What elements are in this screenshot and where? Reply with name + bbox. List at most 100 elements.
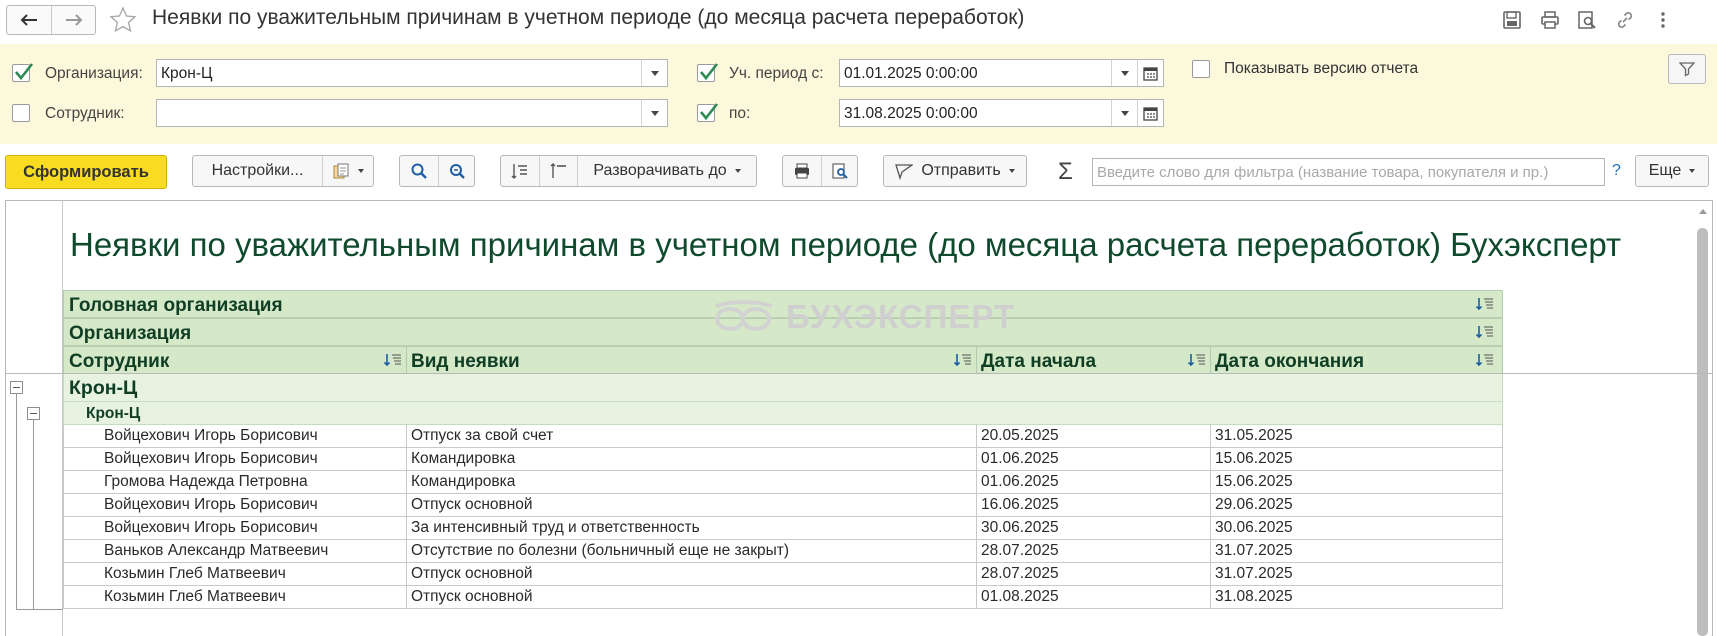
expand-to-dropdown[interactable]: Разворачивать до [577, 156, 756, 186]
funnel-icon [1679, 62, 1695, 77]
header-row-columns: Сотрудник Вид неявки Дата начала Дата ок… [63, 346, 1503, 374]
column-header-employee[interactable]: Сотрудник [69, 351, 169, 373]
send-icon [895, 164, 914, 180]
filter-settings-button[interactable] [1668, 54, 1706, 84]
sort-icon[interactable] [954, 353, 972, 367]
generate-button[interactable]: Сформировать [5, 155, 167, 189]
more-actions-label: Еще [1648, 162, 1682, 179]
period-from-field[interactable]: 01.01.2025 0:00:00 [839, 59, 1164, 87]
sort-icon[interactable] [1476, 353, 1494, 367]
filter-search-input[interactable] [1093, 159, 1604, 185]
watermark-logo-icon [715, 300, 773, 331]
collapse-list-icon [550, 163, 566, 178]
show-version-checkbox[interactable] [1192, 60, 1210, 78]
check-icon [15, 63, 34, 81]
print-preview-icon [832, 163, 848, 179]
period-from-value: 01.01.2025 0:00:00 [844, 65, 978, 82]
collapse-toggle-organization[interactable] [27, 407, 40, 420]
table-row[interactable]: Ваньков Александр Матвеевич Отсутствие п… [63, 540, 1503, 563]
save-button[interactable] [1500, 8, 1524, 32]
show-version-label: Показывать версию отчета [1224, 60, 1419, 77]
send-button[interactable]: Отправить [883, 155, 1027, 187]
organization-checkbox[interactable] [12, 63, 34, 82]
printer-icon [1541, 11, 1559, 29]
employee-field[interactable] [156, 99, 668, 127]
scroll-up-arrow[interactable] [1699, 209, 1707, 214]
vertical-scrollbar-thumb[interactable] [1697, 228, 1708, 636]
column-header-absence-type[interactable]: Вид неявки [411, 351, 520, 373]
period-to-label: по: [729, 105, 751, 122]
window-title: Неявки по уважительным причинам в учетно… [152, 6, 1025, 29]
settings-label: Настройки... [211, 162, 304, 179]
header-head-organization: Головная организация [69, 295, 283, 316]
header-organization: Организация [69, 323, 192, 344]
table-row[interactable]: Войцехович Игорь Борисович Командировка … [63, 448, 1503, 471]
period-from-checkbox[interactable] [697, 63, 719, 82]
check-icon [700, 63, 719, 81]
period-to-value: 31.08.2025 0:00:00 [844, 105, 978, 122]
search-icon [411, 163, 427, 179]
sum-button[interactable]: Σ [1058, 158, 1073, 186]
save-icon [1503, 11, 1521, 29]
forward-button[interactable] [51, 6, 95, 34]
watermark-text: БУХЭКСПЕРТ [786, 298, 1016, 335]
organization-value: Крон-Ц [161, 65, 213, 82]
help-button[interactable]: ? [1612, 162, 1621, 180]
find-button[interactable] [400, 156, 438, 186]
arrow-right-icon [65, 14, 82, 26]
toolbar-preview-button[interactable] [821, 156, 857, 186]
grouping-button-group: Разворачивать до [500, 155, 757, 187]
sort-icon[interactable] [384, 353, 402, 367]
vertical-dots-icon [1661, 12, 1665, 28]
column-header-start-date[interactable]: Дата начала [981, 351, 1096, 373]
settings-button-group: Настройки... [192, 155, 374, 187]
favorite-star-icon[interactable] [108, 5, 138, 35]
period-from-label: Уч. период с: [729, 65, 824, 82]
variants-dropdown-button[interactable] [322, 156, 373, 186]
employee-checkbox[interactable] [12, 104, 30, 122]
expand-list-icon [511, 164, 527, 179]
find-next-button[interactable] [438, 156, 474, 186]
more-actions-button[interactable]: Еще [1635, 155, 1709, 187]
column-header-end-date[interactable]: Дата окончания [1215, 351, 1364, 373]
watermark: БУХЭКСПЕРТ [712, 298, 1015, 336]
period-to-dropdown-button[interactable] [1111, 100, 1137, 126]
employee-dropdown-button[interactable] [641, 100, 667, 126]
period-to-calendar-button[interactable] [1137, 100, 1163, 126]
table-row[interactable]: Войцехович Игорь Борисович Отпуск за сво… [63, 425, 1503, 448]
table-row[interactable]: Козьмин Глеб Матвеевич Отпуск основной 0… [63, 586, 1503, 609]
toolbar-print-button[interactable] [783, 156, 821, 186]
print-button[interactable] [1538, 8, 1562, 32]
collapse-toggle-head-organization[interactable] [10, 381, 23, 394]
organization-field[interactable]: Крон-Ц [156, 59, 668, 87]
organization-dropdown-button[interactable] [641, 60, 667, 86]
expand-all-button[interactable] [501, 156, 539, 186]
table-row[interactable]: Войцехович Игорь Борисович За интенсивны… [63, 517, 1503, 540]
sort-icon[interactable] [1476, 297, 1494, 311]
link-button[interactable] [1613, 8, 1637, 32]
period-from-dropdown-button[interactable] [1111, 60, 1137, 86]
period-to-checkbox[interactable] [697, 103, 719, 122]
sort-icon[interactable] [1476, 325, 1494, 339]
check-icon [700, 103, 719, 121]
period-from-calendar-button[interactable] [1137, 60, 1163, 86]
period-to-field[interactable]: 31.08.2025 0:00:00 [839, 99, 1164, 127]
organization-label: Организация: [45, 65, 143, 82]
table-row[interactable]: Козьмин Глеб Матвеевич Отпуск основной 2… [63, 563, 1503, 586]
arrow-left-icon [20, 14, 37, 26]
settings-button[interactable]: Настройки... [193, 156, 322, 186]
calendar-icon [1143, 106, 1158, 121]
print-button-group [782, 155, 858, 187]
table-row[interactable]: Громова Надежда Петровна Командировка 01… [63, 471, 1503, 494]
sort-icon[interactable] [1188, 353, 1206, 367]
group-row-head-organization: Крон-Ц [63, 374, 1503, 402]
group-head-organization-name: Крон-Ц [69, 377, 138, 399]
more-menu-button[interactable] [1651, 8, 1675, 32]
navigation-group [6, 5, 96, 35]
expand-to-label: Разворачивать до [593, 162, 727, 179]
preview-button[interactable] [1575, 8, 1599, 32]
table-row[interactable]: Войцехович Игорь Борисович Отпуск основн… [63, 494, 1503, 517]
back-button[interactable] [7, 6, 51, 34]
filter-search-field[interactable] [1092, 158, 1605, 186]
collapse-all-button[interactable] [539, 156, 577, 186]
